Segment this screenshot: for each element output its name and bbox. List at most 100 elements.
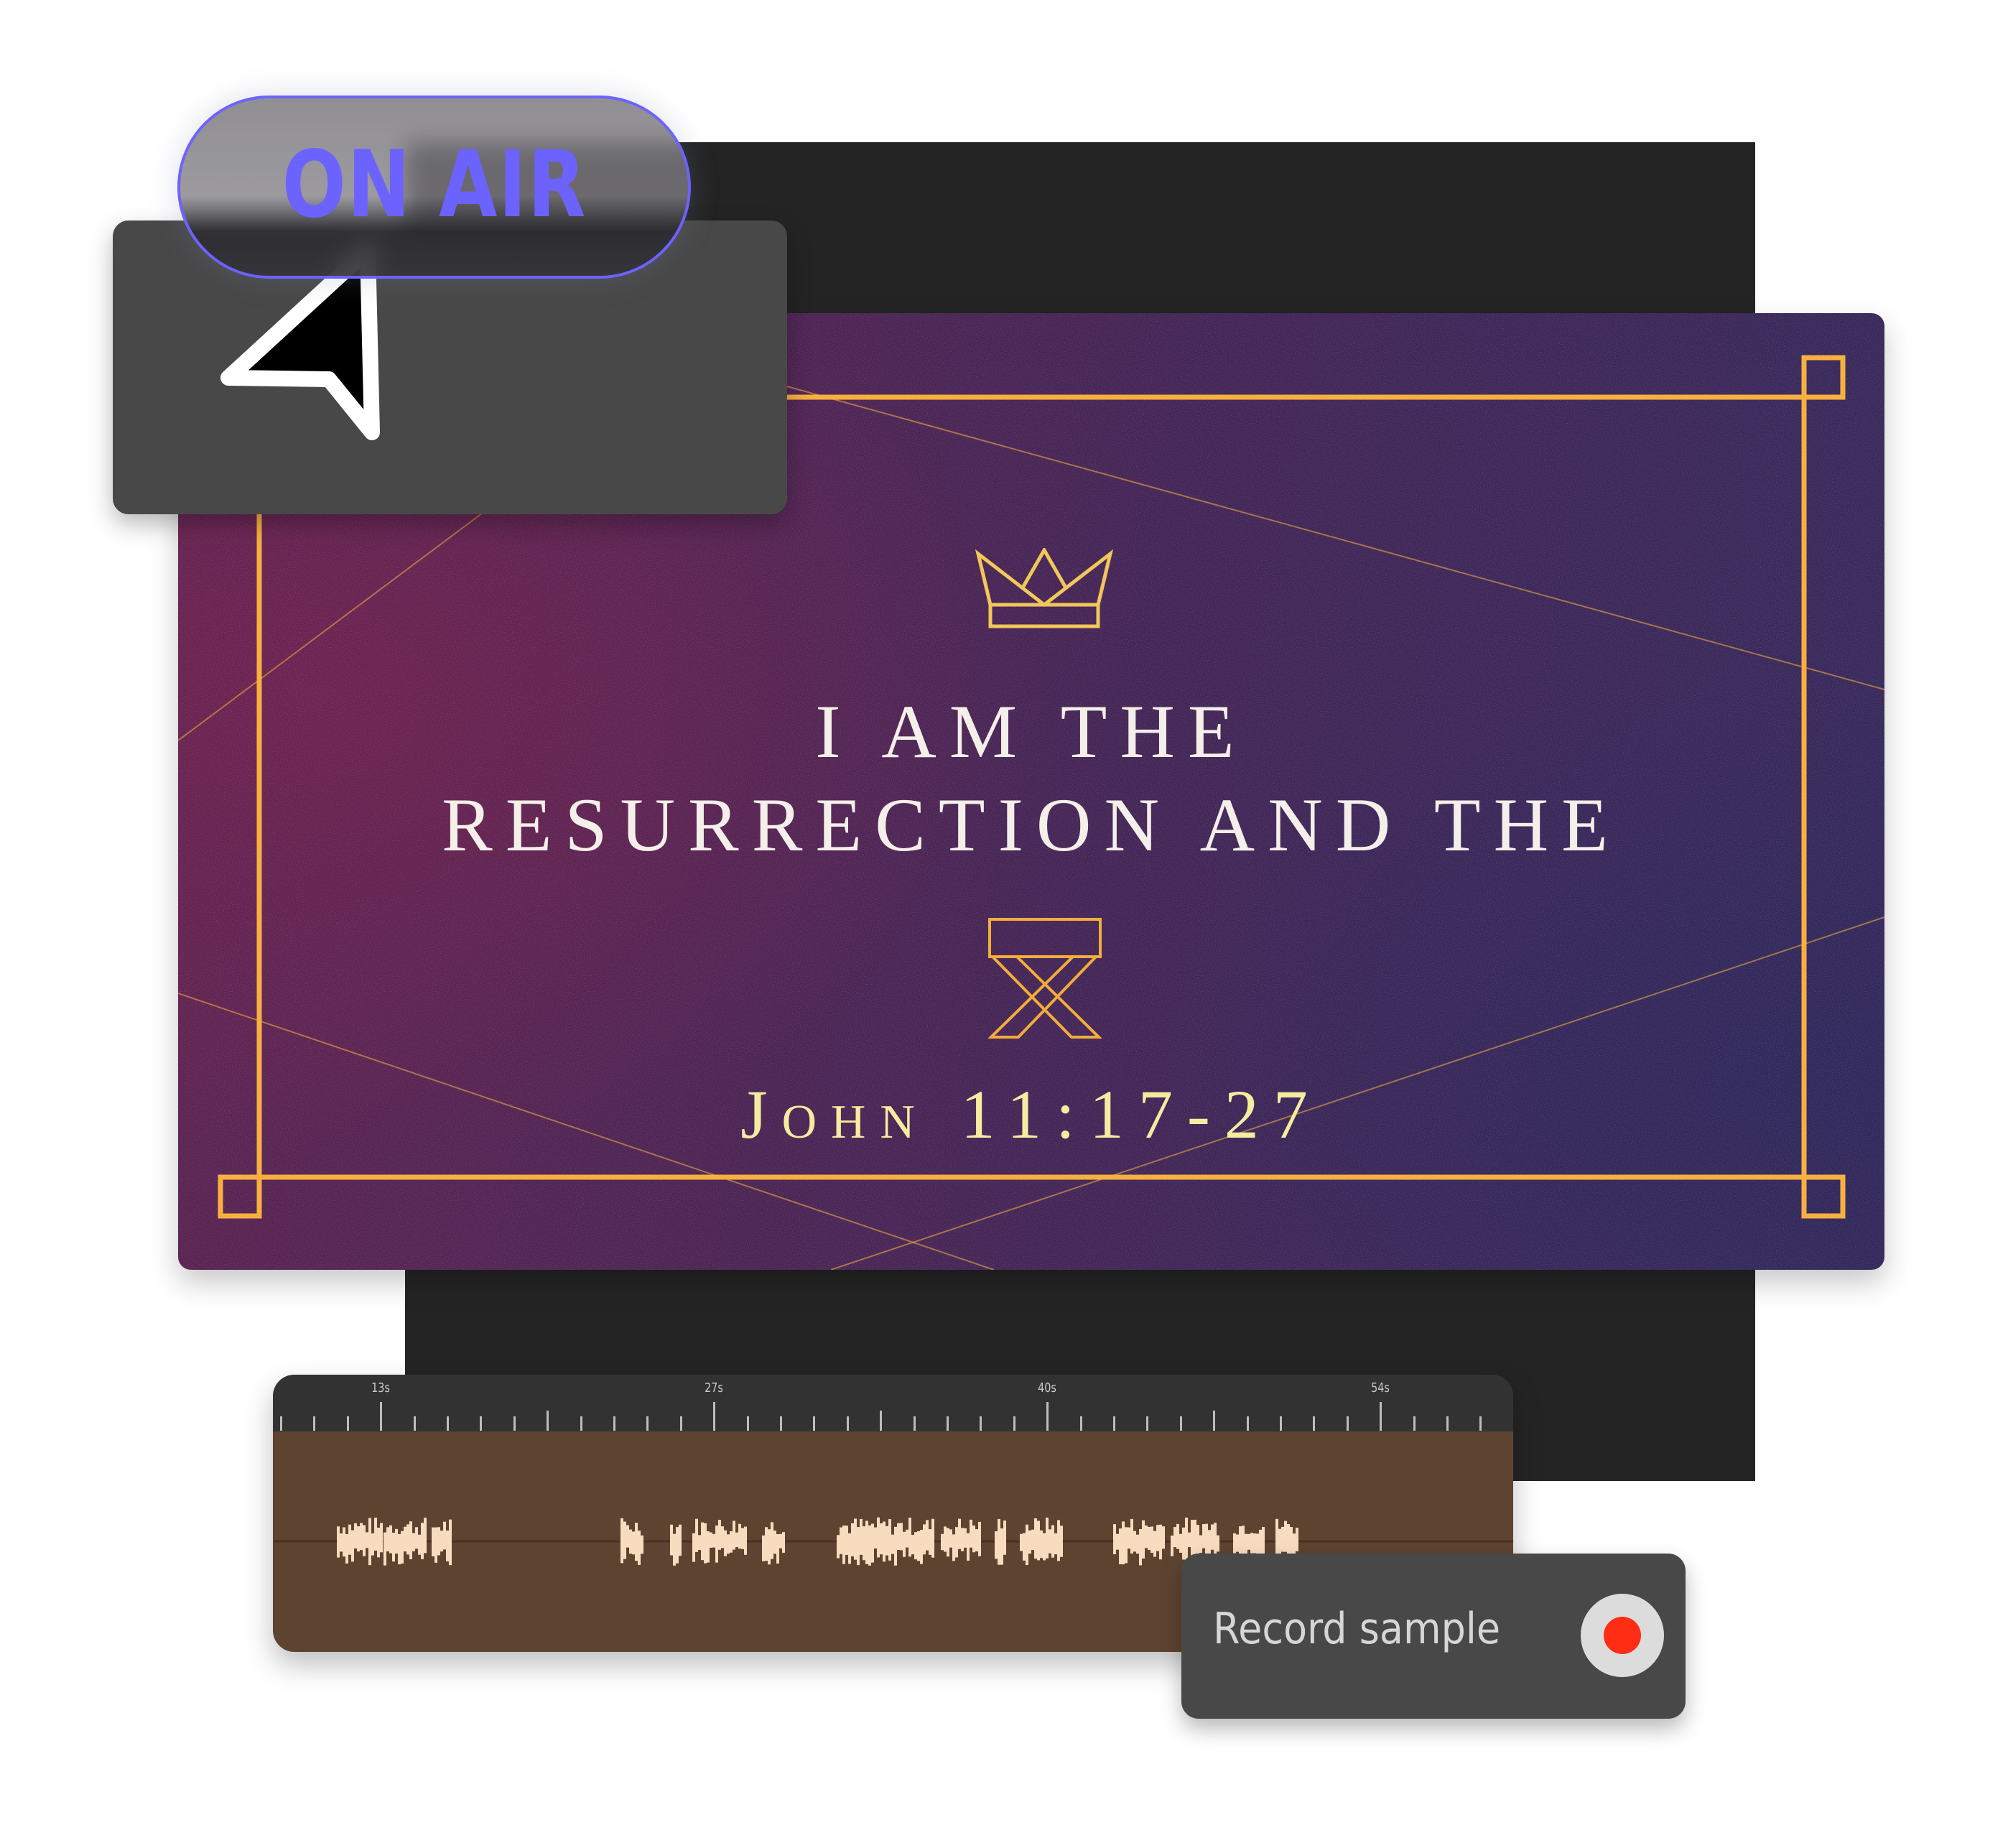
waveform-bar [998, 1518, 1000, 1565]
waveform-bar [1176, 1523, 1179, 1549]
waveform-bar [1049, 1529, 1051, 1554]
waveform-bar [975, 1529, 978, 1552]
waveform-bar [1145, 1525, 1148, 1548]
ruler-tick [646, 1416, 649, 1431]
waveform-bar [851, 1523, 854, 1556]
ruler-label: 54s [1371, 1380, 1390, 1396]
waveform-bar [865, 1520, 868, 1564]
scripture-reference: John 11:17-27 [740, 1076, 1322, 1153]
waveform-bar [837, 1535, 840, 1559]
waveform-bar [415, 1527, 418, 1549]
ruler-tick [846, 1416, 849, 1431]
ruler-tick [980, 1416, 982, 1431]
waveform-bar [360, 1523, 363, 1551]
waveform-bar [715, 1526, 718, 1563]
ruler-tick [313, 1416, 316, 1431]
ruler-tick [1413, 1416, 1416, 1431]
frame-corner-br [1801, 1174, 1846, 1219]
ruler-tick [1146, 1416, 1149, 1431]
waveform-bar [911, 1535, 914, 1555]
ruler-tick [1280, 1416, 1282, 1431]
waveform-bar [857, 1527, 860, 1566]
waveform-bar [903, 1531, 906, 1557]
waveform-bar [1023, 1533, 1026, 1561]
waveform-bar [1046, 1517, 1049, 1559]
waveform-bar [380, 1523, 383, 1553]
ruler-tick [1046, 1402, 1049, 1431]
ruler-tick [346, 1416, 349, 1431]
ruler-tick [1313, 1416, 1316, 1431]
waveform-bar [733, 1520, 735, 1550]
ruler-tick [746, 1416, 749, 1431]
frame-corner-bl [218, 1174, 262, 1219]
waveform-bar [712, 1533, 715, 1548]
waveform-bar [995, 1531, 998, 1559]
waveform-bar [1236, 1534, 1239, 1552]
waveform-bar [1205, 1523, 1208, 1554]
diagonal-line [786, 386, 1884, 690]
waveform-bar [449, 1519, 452, 1566]
waveform-bar [1148, 1526, 1151, 1551]
waveform-bar [623, 1521, 626, 1559]
waveform-bar [955, 1527, 958, 1558]
waveform-bar [377, 1528, 380, 1558]
waveform-bar [768, 1529, 771, 1565]
waveform-bar [1054, 1533, 1057, 1555]
waveform-bar [897, 1523, 900, 1551]
ruler-label: 27s [705, 1380, 724, 1396]
ruler-tick [880, 1411, 883, 1431]
ruler-tick [547, 1411, 549, 1431]
record-sample-panel: Record sample [1181, 1554, 1686, 1719]
waveform-bar [418, 1534, 421, 1555]
record-button[interactable] [1581, 1594, 1664, 1677]
waveform-bar [443, 1521, 446, 1550]
waveform-bar [389, 1525, 392, 1554]
waveform-bar [1217, 1535, 1219, 1552]
ruler-tick [380, 1402, 383, 1431]
waveform-bar [707, 1531, 710, 1563]
waveform-bar [1000, 1528, 1003, 1565]
waveform-bar [860, 1518, 863, 1555]
waveform-bar [368, 1518, 371, 1566]
ruler-tick [447, 1416, 449, 1431]
waveform-bar [1156, 1525, 1159, 1551]
waveform-bar [721, 1526, 724, 1548]
waveform-bar [842, 1525, 845, 1564]
ruler-tick [1213, 1411, 1216, 1431]
waveform-bar [363, 1525, 366, 1556]
waveform-bar [964, 1528, 967, 1548]
waveform-bar [923, 1524, 926, 1555]
waveform-bar [337, 1526, 340, 1558]
on-air-badge[interactable]: ON AIR [177, 96, 691, 279]
ruler-label: 40s [1038, 1380, 1057, 1396]
waveform-bar [343, 1527, 345, 1557]
waveform-bar [840, 1527, 842, 1554]
waveform-bar [891, 1534, 894, 1554]
ruler-tick [813, 1416, 816, 1431]
waveform-bar [1247, 1533, 1250, 1550]
waveform-bar [1202, 1523, 1205, 1548]
waveform-bar [724, 1530, 727, 1556]
waveform-bar [1253, 1533, 1256, 1554]
waveform-bar [931, 1518, 934, 1558]
waveform-bar [1060, 1526, 1063, 1557]
waveform-bar [1182, 1527, 1185, 1560]
ruler-tick [1079, 1416, 1082, 1431]
waveform-bar [874, 1527, 877, 1548]
waveform-bar [348, 1524, 351, 1555]
waveform-bar [404, 1526, 406, 1552]
waveform-bar [1026, 1524, 1028, 1566]
waveform-bar [366, 1532, 368, 1548]
ruler-tick [1013, 1416, 1015, 1431]
time-ruler[interactable]: 13s 27s 40s 54s [273, 1375, 1513, 1432]
waveform-bar [432, 1527, 434, 1556]
waveform-bar [1188, 1532, 1191, 1548]
waveform-bar [917, 1531, 920, 1561]
ruler-tick [280, 1416, 282, 1431]
waveform-bar [1284, 1520, 1287, 1552]
waveform-bar [1139, 1528, 1142, 1566]
waveform-bar [1256, 1533, 1259, 1555]
waveform-bar [848, 1533, 851, 1564]
ruler-tick [1179, 1416, 1182, 1431]
waveform-bar [701, 1522, 704, 1561]
